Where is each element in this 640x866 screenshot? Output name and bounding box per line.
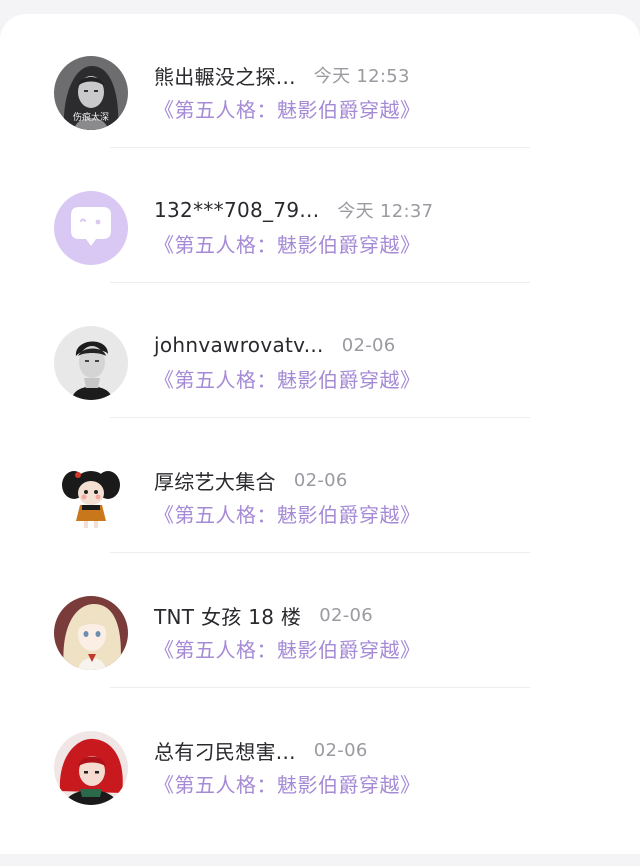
divider [110,417,530,418]
cartoon-doll-icon [62,471,120,528]
sender-name: johnvawrovatv... [154,333,324,357]
girl-portrait-icon: 伤痕太深 [54,56,128,130]
book-title[interactable]: 《第五人格：魅影伯爵穿越》 [154,229,421,258]
avatar[interactable] [54,191,128,265]
list-item[interactable]: johnvawrovatv... 02-06 《第五人格：魅影伯爵穿越》 [0,326,640,461]
book-title[interactable]: 《第五人格：魅影伯爵穿越》 [154,94,421,123]
book-title[interactable]: 《第五人格：魅影伯爵穿越》 [154,364,421,393]
red-anime-character-icon [54,731,128,805]
list-item[interactable]: TNT 女孩 18 楼 02-06 《第五人格：魅影伯爵穿越》 [0,596,640,731]
avatar-caption: 伤痕太深 [73,111,109,123]
timestamp: 02-06 [313,739,368,761]
book-title[interactable]: 《第五人格：魅影伯爵穿越》 [154,769,421,798]
sender-name: TNT 女孩 18 楼 [154,604,302,629]
timestamp: 今天 12:53 [313,66,410,87]
message-list: 伤痕太深 熊出輾没之探... 今天 12:53 《第五人格：魅影伯爵穿越》 13… [0,14,640,854]
avatar[interactable]: 伤痕太深 [54,56,128,130]
sender-name: 总有刁民想害... [154,739,296,764]
list-item[interactable]: 伤痕太深 熊出輾没之探... 今天 12:53 《第五人格：魅影伯爵穿越》 [0,56,640,191]
timestamp: 02-06 [293,469,348,491]
timestamp: 今天 12:37 [337,201,434,222]
list-item[interactable]: 132***708_79... 今天 12:37 《第五人格：魅影伯爵穿越》 [0,191,640,326]
avatar[interactable] [54,731,128,805]
anime-girl-icon [54,596,128,670]
avatar[interactable] [54,326,128,400]
sender-name: 熊出輾没之探... [154,64,296,89]
timestamp: 02-06 [341,334,396,356]
list-item[interactable]: 厚综艺大集合 02-06 《第五人格：魅影伯爵穿越》 [0,461,640,596]
divider [110,687,530,688]
sender-name: 132***708_79... [154,198,320,222]
man-portrait-icon [54,326,128,400]
book-title[interactable]: 《第五人格：魅影伯爵穿越》 [154,634,421,663]
divider [110,147,530,148]
divider [110,552,530,553]
sender-name: 厚综艺大集合 [154,469,276,494]
timestamp: 02-06 [319,604,374,626]
list-item[interactable]: 总有刁民想害... 02-06 《第五人格：魅影伯爵穿越》 [0,731,640,866]
avatar[interactable] [54,596,128,670]
avatar[interactable] [54,461,128,535]
book-title[interactable]: 《第五人格：魅影伯爵穿越》 [154,499,421,528]
chat-bubble-icon [71,207,111,246]
divider [110,282,530,283]
